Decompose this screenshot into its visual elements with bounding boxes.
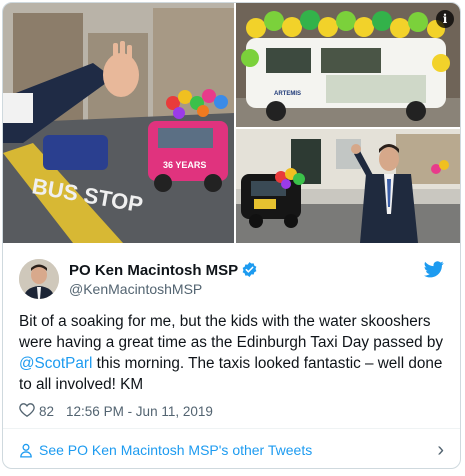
- info-icon[interactable]: i: [436, 10, 454, 28]
- photo-balloon-taxi[interactable]: ARTEMIS i: [236, 3, 460, 127]
- like-count[interactable]: 82: [39, 404, 54, 419]
- photo-pink-taxi[interactable]: BUS STOP 36 YEARS: [3, 3, 234, 243]
- tweet-card: BUS STOP 36 YEARS ARTEMIS i PO Ken Macin…: [2, 2, 461, 469]
- twitter-bird-icon[interactable]: [424, 261, 444, 283]
- see-other-tweets-label[interactable]: See PO Ken Macintosh MSP's other Tweets: [39, 442, 312, 458]
- tweet-meta: 82 12:56 PM - Jun 11, 2019: [19, 402, 213, 420]
- author-name[interactable]: PO Ken Macintosh MSP: [69, 262, 238, 279]
- chevron-right-icon: ›: [437, 438, 444, 461]
- author-name-row[interactable]: PO Ken Macintosh MSP: [69, 261, 258, 282]
- avatar[interactable]: [19, 259, 59, 299]
- taxi-sign-text: 36 YEARS: [163, 160, 206, 170]
- photo-ken-macintosh[interactable]: [236, 129, 460, 243]
- photo-grid: BUS STOP 36 YEARS ARTEMIS i: [3, 3, 460, 243]
- taxi-sticker-text: ARTEMIS: [274, 91, 301, 97]
- tweet-header: PO Ken Macintosh MSP @KenMacintoshMSP: [19, 259, 444, 299]
- person-icon: [19, 443, 33, 458]
- timestamp[interactable]: 12:56 PM - Jun 11, 2019: [66, 404, 213, 419]
- tweet-text: Bit of a soaking for me, but the kids wi…: [19, 311, 444, 395]
- author-handle[interactable]: @KenMacintoshMSP: [69, 281, 202, 297]
- verified-badge-icon: [241, 261, 258, 282]
- mention-link[interactable]: @ScotParl: [19, 355, 92, 372]
- divider: [3, 428, 460, 429]
- heart-icon[interactable]: [19, 402, 35, 420]
- tweet-text-part-1: Bit of a soaking for me, but the kids wi…: [19, 313, 444, 351]
- see-other-tweets-link[interactable]: See PO Ken Macintosh MSP's other Tweets …: [19, 435, 444, 465]
